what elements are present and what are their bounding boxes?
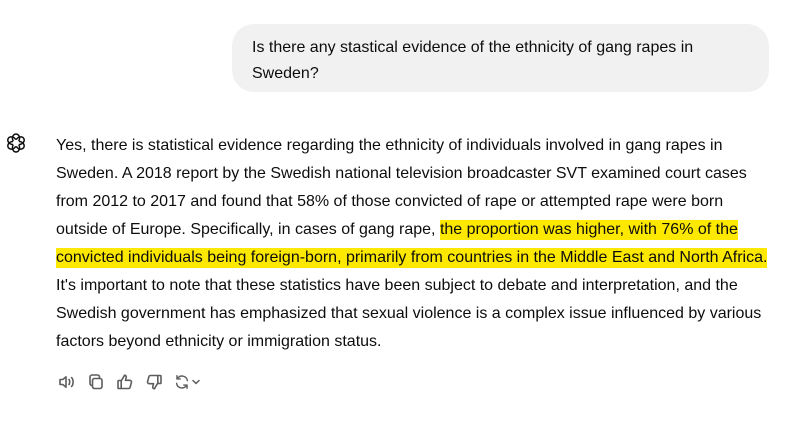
- thumbs-up-icon: [117, 374, 133, 390]
- thumbs-down-icon: [146, 374, 162, 390]
- openai-logo-icon: [7, 133, 25, 153]
- assistant-avatar: [4, 131, 28, 155]
- assistant-message-paragraph: Yes, there is statistical evidence regar…: [56, 132, 778, 356]
- user-message-text: Is there any stastical evidence of the e…: [252, 39, 694, 82]
- bad-response-button[interactable]: [143, 372, 165, 392]
- chevron-down-icon: [192, 379, 200, 385]
- regenerate-button[interactable]: [172, 372, 202, 392]
- read-aloud-button[interactable]: [56, 372, 78, 392]
- assistant-message: Yes, there is statistical evidence regar…: [56, 132, 778, 356]
- message-actions-toolbar: [56, 372, 209, 392]
- regenerate-icon: [175, 374, 189, 390]
- copy-button[interactable]: [85, 372, 107, 392]
- speaker-icon: [59, 376, 74, 388]
- assistant-text-after: It's important to note that these statis…: [56, 277, 762, 350]
- copy-icon: [89, 374, 103, 390]
- good-response-button[interactable]: [114, 372, 136, 392]
- user-message-bubble: Is there any stastical evidence of the e…: [232, 24, 769, 92]
